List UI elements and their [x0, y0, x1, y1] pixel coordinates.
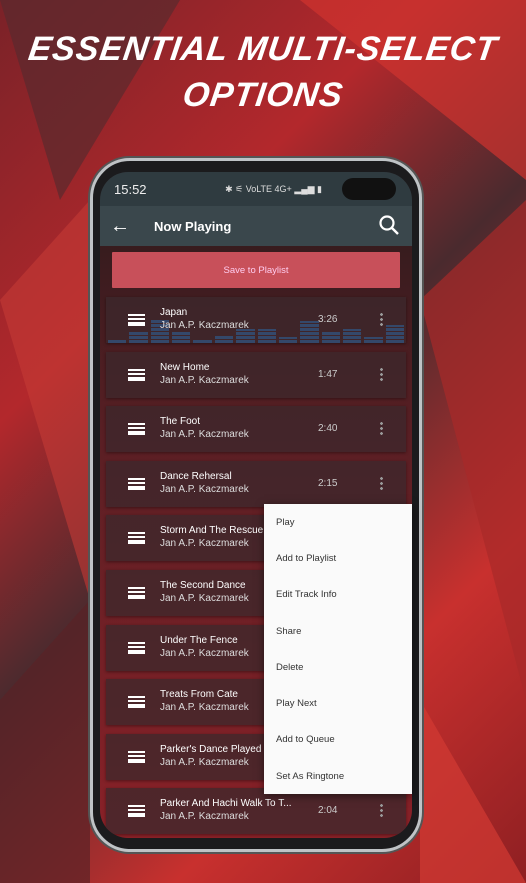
more-vert-icon[interactable] — [380, 803, 383, 818]
context-menu: Play Add to Playlist Edit Track Info Share D… — [264, 504, 412, 794]
headline-line-2: OPTIONS — [180, 76, 346, 114]
track-row[interactable]: Parker And Hachi Walk To T... Jan A.P. K… — [106, 788, 406, 835]
track-duration: 2:15 — [318, 477, 338, 489]
track-artist: Jan A.P. Kaczmarek — [160, 756, 249, 768]
drag-handle-icon[interactable] — [128, 805, 145, 818]
status-bar: 15:52 ✱ ⚟ VoLTE 4G+ ▂▄▆ ▮ — [100, 172, 412, 206]
menu-item[interactable]: Add to Queue — [264, 722, 412, 758]
app-bar: ← Now Playing — [100, 206, 412, 246]
track-duration: 1:47 — [318, 368, 338, 380]
track-title: New Home — [160, 361, 210, 373]
menu-item[interactable]: Share — [264, 613, 412, 649]
drag-handle-icon[interactable] — [128, 696, 145, 709]
track-artist: Jan A.P. Kaczmarek — [160, 538, 249, 550]
menu-item[interactable]: Play Next — [264, 685, 412, 721]
track-duration: 3:26 — [318, 314, 338, 325]
track-title: Treats From Cate — [160, 689, 238, 701]
track-title: Parker And Hachi Walk To T... — [160, 798, 292, 810]
track-row[interactable]: The Foot Jan A.P. Kaczmarek 2:40 — [106, 406, 406, 453]
track-artist: Jan A.P. Kaczmarek — [160, 647, 249, 659]
track-artist: Jan A.P. Kaczmarek — [160, 483, 249, 495]
track-title: Storm And The Rescue — [160, 525, 264, 537]
equalizer-visualizer — [106, 315, 406, 343]
track-row[interactable]: Dance Rehersal Jan A.P. Kaczmarek 2:15 — [106, 460, 406, 507]
track-artist: Jan A.P. Kaczmarek — [160, 702, 249, 714]
back-arrow-icon[interactable]: ← — [100, 215, 140, 238]
track-title: Dance Rehersal — [160, 470, 232, 482]
menu-item[interactable]: Set As Ringtone — [264, 758, 412, 794]
more-vert-icon[interactable] — [380, 475, 383, 490]
track-artist: Jan A.P. Kaczmarek — [160, 429, 249, 441]
track-title: The Foot — [160, 416, 201, 428]
menu-item[interactable]: Edit Track Info — [264, 577, 412, 613]
drag-handle-icon[interactable] — [128, 477, 145, 490]
drag-handle-icon[interactable] — [128, 750, 145, 763]
more-vert-icon[interactable] — [380, 312, 383, 326]
track-title: Parker's Dance Played — [160, 743, 262, 755]
menu-item[interactable]: Play — [264, 504, 412, 540]
track-artist: Jan A.P. Kaczmarek — [160, 374, 249, 386]
menu-item[interactable]: Add to Playlist — [264, 540, 412, 576]
track-row[interactable]: New Home Jan A.P. Kaczmarek 1:47 — [106, 351, 406, 398]
drag-handle-icon[interactable] — [128, 423, 145, 436]
camera-cutout — [342, 178, 396, 200]
drag-handle-icon[interactable] — [128, 587, 145, 599]
track-duration: 2:04 — [318, 805, 338, 817]
drag-handle-icon[interactable] — [128, 368, 145, 381]
track-row[interactable]: Japan Jan A.P. Kaczmarek 3:26 — [106, 297, 406, 343]
drag-handle-icon[interactable] — [128, 532, 145, 545]
track-artist: Jan A.P. Kaczmarek — [160, 593, 249, 604]
track-duration: 2:40 — [318, 423, 338, 435]
track-title: Japan — [160, 307, 188, 318]
track-artist: Jan A.P. Kaczmarek — [160, 811, 249, 823]
drag-handle-icon[interactable] — [128, 641, 145, 654]
track-title: Under The Fence — [160, 634, 238, 646]
status-icons: ✱ ⚟ VoLTE 4G+ ▂▄▆ ▮ — [225, 183, 322, 194]
menu-item[interactable]: Delete — [264, 649, 412, 685]
drag-handle-icon[interactable] — [128, 314, 145, 326]
track-title: The Second Dance — [160, 580, 246, 591]
status-time: 15:52 — [114, 181, 147, 197]
save-to-playlist-button[interactable]: Save to Playlist — [112, 252, 400, 288]
search-icon[interactable] — [378, 214, 400, 236]
more-vert-icon[interactable] — [380, 366, 383, 381]
more-vert-icon[interactable] — [380, 421, 383, 436]
page-title: Now Playing — [154, 218, 232, 234]
headline-line-1: ESSENTIAL MULTI-SELECT — [26, 30, 500, 68]
track-artist: Jan A.P. Kaczmarek — [160, 320, 249, 331]
